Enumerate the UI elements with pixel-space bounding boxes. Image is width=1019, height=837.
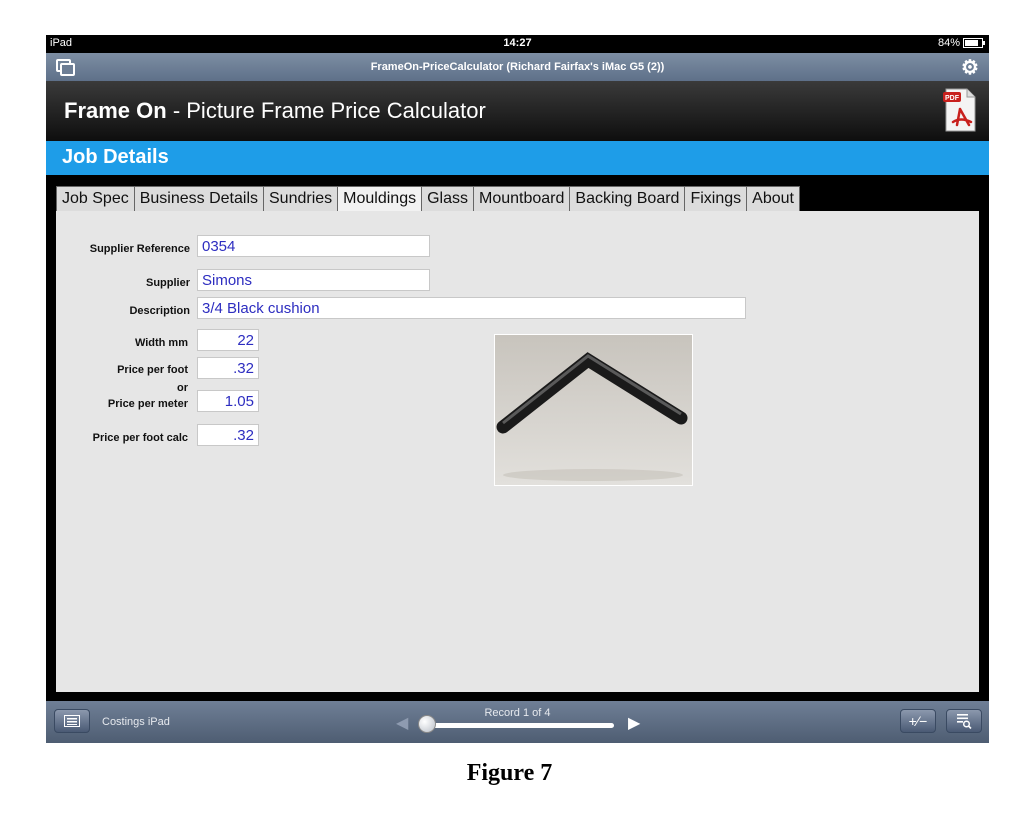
price-per-foot-calc-field: .32: [197, 424, 259, 446]
plus-minus-icon: +⁄−: [908, 713, 928, 729]
tab-glass[interactable]: Glass: [421, 186, 474, 211]
svg-text:PDF: PDF: [945, 95, 960, 102]
tab-backing-board[interactable]: Backing Board: [569, 186, 686, 211]
clock: 14:27: [503, 37, 532, 49]
tab-mountboard[interactable]: Mountboard: [473, 186, 571, 211]
pdf-icon[interactable]: PDF: [943, 87, 977, 133]
bottom-toolbar: Costings iPad ◀ Record 1 of 4 ▶ +⁄−: [46, 701, 989, 743]
price-per-foot-field[interactable]: .32: [197, 357, 259, 379]
tab-bar: Job Spec Business Details Sundries Mould…: [46, 175, 989, 211]
next-record-icon[interactable]: ▶: [628, 713, 640, 733]
battery-icon: [963, 38, 985, 48]
app-title-brand: Frame On: [64, 98, 167, 123]
moulding-photo: [494, 334, 693, 486]
record-counter: Record 1 of 4: [484, 707, 551, 719]
supplier-label: Supplier: [145, 277, 190, 289]
mouldings-panel: Supplier Reference 0354 Supplier Simons …: [56, 211, 979, 692]
tab-fixings[interactable]: Fixings: [684, 186, 748, 211]
price-per-meter-label: Price per meter: [107, 398, 188, 410]
tab-mouldings[interactable]: Mouldings: [337, 186, 423, 211]
price-per-meter-field[interactable]: 1.05: [197, 390, 259, 412]
description-field[interactable]: 3/4 Black cushion: [197, 297, 746, 319]
price-per-foot-calc-label: Price per foot calc: [92, 432, 188, 444]
tab-job-spec[interactable]: Job Spec: [56, 186, 135, 211]
app-header: Frame On - Picture Frame Price Calculato…: [46, 81, 989, 141]
supplier-field[interactable]: Simons: [197, 269, 430, 291]
section-title: Job Details: [62, 146, 169, 168]
app-title-subtitle: - Picture Frame Price Calculator: [166, 98, 486, 123]
battery-percent: 84%: [937, 37, 960, 49]
ipad-screen: iPad 14:27 84% FrameOn-PriceCalculator (…: [46, 35, 989, 743]
width-mm-field[interactable]: 22: [197, 329, 259, 351]
record-slider-track[interactable]: [424, 723, 614, 728]
description-label: Description: [129, 305, 190, 317]
figure-caption: Figure 7: [466, 760, 553, 786]
find-icon: [957, 714, 972, 729]
plus-minus-button[interactable]: +⁄−: [900, 709, 936, 733]
tab-business-details[interactable]: Business Details: [133, 186, 264, 211]
or-label: or: [177, 382, 188, 394]
ios-status-bar: iPad 14:27 84%: [46, 35, 989, 53]
supplier-reference-field[interactable]: 0354: [197, 235, 430, 257]
gear-icon[interactable]: ⚙: [959, 56, 981, 79]
find-button[interactable]: [946, 709, 982, 733]
window-title: FrameOn-PriceCalculator (Richard Fairfax…: [370, 61, 665, 73]
supplier-reference-label: Supplier Reference: [89, 243, 190, 255]
tab-sundries[interactable]: Sundries: [263, 186, 339, 211]
filemaker-title-bar: FrameOn-PriceCalculator (Richard Fairfax…: [46, 53, 989, 81]
price-per-foot-label: Price per foot: [117, 364, 188, 376]
app-title: Frame On - Picture Frame Price Calculato…: [64, 98, 486, 124]
tab-about[interactable]: About: [746, 186, 800, 211]
width-mm-label: Width mm: [134, 337, 188, 349]
section-band: Job Details: [46, 141, 989, 175]
